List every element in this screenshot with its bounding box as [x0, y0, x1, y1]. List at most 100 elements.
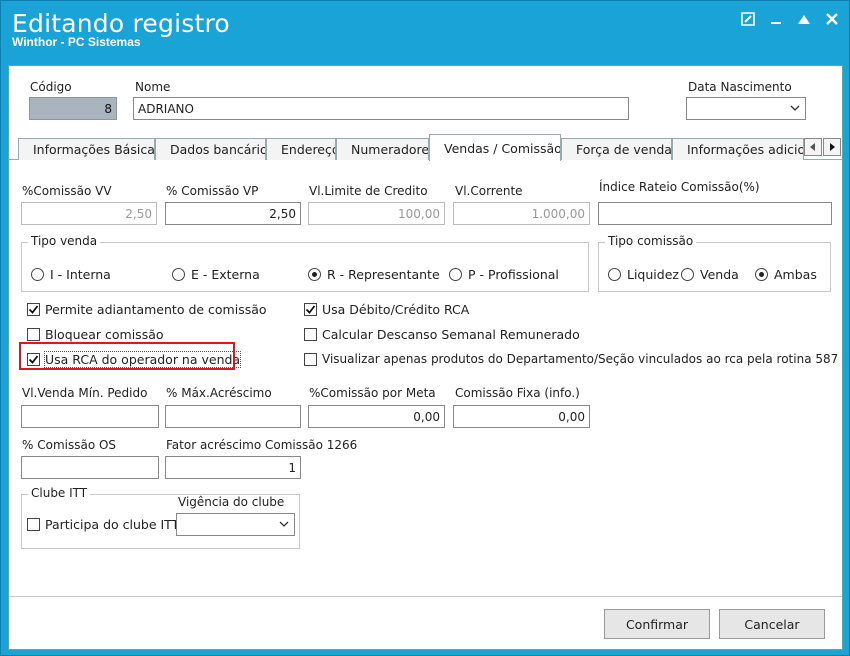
checkbox-label: Calcular Descanso Semanal Remunerado [322, 327, 580, 342]
tab-endereco[interactable]: Endereço [266, 138, 336, 160]
check-bloquear[interactable]: Bloquear comissão [27, 327, 164, 342]
comissao-os-field[interactable] [21, 456, 159, 479]
checkbox-label: Permite adiantamento de comissão [45, 302, 267, 317]
maximize-icon[interactable] [795, 11, 813, 27]
fator-acrescimo-field[interactable]: 1 [165, 456, 301, 479]
radio-profissional[interactable]: P - Profissional [449, 267, 559, 282]
checkbox-indicator [304, 352, 317, 366]
checkbox-indicator [27, 328, 40, 341]
max-acrescimo-label: % Máx.Acréscimo [166, 386, 272, 400]
radio-label: E - Externa [191, 267, 260, 282]
tab-informacoes-basicas[interactable]: Informações Básicas [18, 138, 155, 160]
indice-rateio-field[interactable] [598, 202, 832, 225]
tab-informacoes-adicionais[interactable]: Informações adicionais [672, 138, 804, 160]
comissao-fixa-field[interactable]: 0,00 [453, 405, 590, 428]
window-subtitle: Winthor - PC Sistemas [12, 35, 141, 49]
chevron-left-icon [810, 143, 815, 151]
nome-label: Nome [135, 80, 171, 94]
clube-itt-group: Clube ITT Vigência do clube Participa do… [21, 486, 300, 549]
codigo-label: Código [30, 80, 72, 94]
max-acrescimo-field[interactable] [165, 405, 301, 428]
comissao-meta-field[interactable]: 0,00 [308, 405, 445, 428]
tab-numeradores[interactable]: Numeradores [336, 138, 429, 160]
confirmar-label: Confirmar [625, 616, 689, 632]
radio-externa[interactable]: E - Externa [172, 267, 260, 282]
check-debito-credito[interactable]: Usa Débito/Crédito RCA [304, 302, 469, 317]
chevron-right-icon [830, 143, 835, 151]
radio-label: Ambas [774, 267, 817, 282]
highlight-frame [19, 342, 235, 370]
radio-indicator [755, 268, 768, 281]
tab-bar: Informações Básicas Dados bancários Ende… [9, 134, 842, 161]
comissao-vv-label: %Comissão VV [22, 184, 112, 198]
radio-indicator [172, 268, 185, 281]
venda-min-field[interactable] [21, 405, 159, 428]
comissao-vp-label: % Comissão VP [166, 184, 259, 198]
radio-venda[interactable]: Venda [681, 267, 739, 282]
close-icon[interactable] [823, 11, 841, 27]
radio-label: I - Interna [50, 267, 111, 282]
window: Editando registro Winthor - PC Sistemas … [0, 0, 850, 656]
checkbox-indicator [304, 303, 317, 316]
tipo-comissao-title: Tipo comissão [605, 234, 697, 248]
checkbox-indicator [304, 328, 317, 341]
title-bar: Editando registro Winthor - PC Sistemas [1, 1, 849, 65]
venda-min-label: Vl.Venda Mín. Pedido [22, 386, 148, 400]
radio-indicator [449, 268, 462, 281]
check-participa-clube[interactable]: Participa do clube ITT [27, 517, 179, 532]
comissao-meta-label: %Comissão por Meta [309, 386, 436, 400]
radio-label: Venda [700, 267, 739, 282]
radio-label: Liquidez [627, 267, 679, 282]
footer-divider [9, 596, 842, 597]
chevron-down-icon [279, 521, 289, 527]
nome-field[interactable]: ADRIANO [133, 97, 629, 120]
minimize-icon[interactable] [767, 11, 785, 27]
cancelar-label: Cancelar [744, 616, 800, 632]
checkbox-label: Visualizar apenas produtos do Departamen… [322, 352, 839, 366]
tab-scroll-right[interactable] [823, 138, 841, 156]
chevron-down-icon [790, 105, 800, 111]
check-icon [305, 305, 316, 314]
tab-vendas-comissao[interactable]: Vendas / Comissão [429, 134, 561, 161]
checkbox-indicator [27, 518, 40, 531]
tipo-venda-group: Tipo venda I - Interna E - Externa R - R… [21, 234, 589, 292]
radio-indicator [308, 268, 321, 281]
data-nascimento-label: Data Nascimento [688, 80, 792, 94]
checkbox-indicator [27, 303, 40, 316]
fator-acrescimo-label: Fator acréscimo Comissão 1266 [166, 438, 358, 452]
radio-indicator [681, 268, 694, 281]
vl-corrente-field[interactable]: 1.000,00 [453, 202, 590, 225]
tab-dados-bancarios[interactable]: Dados bancários [155, 138, 266, 160]
radio-label: R - Representante [327, 267, 440, 282]
check-icon [28, 305, 39, 314]
checkbox-label: Usa Débito/Crédito RCA [322, 302, 470, 317]
radio-interna[interactable]: I - Interna [31, 267, 111, 282]
tab-forca-de-vendas[interactable]: Força de vendas [561, 138, 672, 160]
radio-indicator [608, 268, 621, 281]
comissao-vv-field[interactable]: 2,50 [21, 202, 157, 225]
vl-corrente-label: Vl.Corrente [455, 184, 523, 198]
form-body: Código 8 Nome ADRIANO Data Nascimento In… [8, 65, 843, 650]
confirmar-button[interactable]: Confirmar [604, 609, 710, 639]
vigencia-label: Vigência do clube [178, 495, 285, 509]
comissao-vp-field[interactable]: 2,50 [165, 202, 301, 225]
check-visualizar-produtos[interactable]: Visualizar apenas produtos do Departamen… [304, 352, 838, 366]
tipo-venda-title: Tipo venda [28, 234, 101, 248]
checkbox-label: Bloquear comissão [45, 327, 164, 342]
radio-liquidez[interactable]: Liquidez [608, 267, 679, 282]
vigencia-select[interactable] [176, 513, 295, 536]
window-title: Editando registro [12, 9, 230, 38]
codigo-field[interactable]: 8 [29, 97, 117, 120]
comissao-fixa-label: Comissão Fixa (info.) [455, 386, 580, 400]
data-nascimento-select[interactable] [686, 97, 806, 120]
clube-itt-title: Clube ITT [28, 486, 91, 500]
tab-scroll-left[interactable] [804, 138, 822, 156]
cancelar-button[interactable]: Cancelar [719, 609, 825, 639]
check-adiantamento[interactable]: Permite adiantamento de comissão [27, 302, 267, 317]
radio-ambas[interactable]: Ambas [755, 267, 817, 282]
limite-credito-field[interactable]: 100,00 [308, 202, 445, 225]
check-dsr[interactable]: Calcular Descanso Semanal Remunerado [304, 327, 580, 342]
edit-icon[interactable] [739, 11, 757, 27]
indice-rateio-label: Índice Rateio Comissão(%) [599, 180, 760, 194]
radio-representante[interactable]: R - Representante [308, 267, 440, 282]
